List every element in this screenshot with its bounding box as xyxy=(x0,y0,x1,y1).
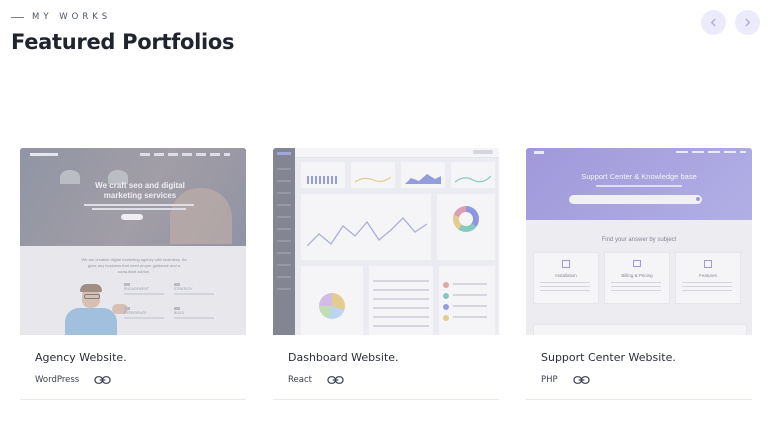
prev-button[interactable] xyxy=(701,10,726,35)
chevron-left-icon xyxy=(711,18,716,27)
card-divider xyxy=(526,399,752,400)
card-meta: PHP xyxy=(541,375,590,385)
card-title[interactable]: Agency Website. xyxy=(35,351,127,364)
next-button[interactable] xyxy=(735,10,760,35)
portfolio-card-agency[interactable]: We craft seo and digital marketing servi… xyxy=(20,148,246,400)
portfolio-thumbnail[interactable]: Support Center & Knowledge base Find you… xyxy=(526,148,752,335)
card-title[interactable]: Support Center Website. xyxy=(541,351,676,364)
link-icon[interactable] xyxy=(94,375,111,385)
card-title[interactable]: Dashboard Website. xyxy=(288,351,399,364)
card-meta: React xyxy=(288,375,344,385)
eyebrow-dash xyxy=(11,16,24,18)
section-title: Featured Portfolios xyxy=(11,30,235,54)
section-eyebrow: MY WORKS xyxy=(11,12,111,22)
tech-label: WordPress xyxy=(35,375,80,385)
portfolio-card-dashboard[interactable]: Dashboard Website. React xyxy=(273,148,499,400)
portfolio-thumbnail[interactable]: We craft seo and digital marketing servi… xyxy=(20,148,246,335)
card-meta: WordPress xyxy=(35,375,111,385)
chevron-right-icon xyxy=(745,18,750,27)
portfolio-card-support[interactable]: Support Center & Knowledge base Find you… xyxy=(526,148,752,400)
link-icon[interactable] xyxy=(572,375,590,385)
portfolio-thumbnail[interactable] xyxy=(273,148,499,335)
tech-label: React xyxy=(288,375,312,385)
card-divider xyxy=(273,399,499,400)
card-divider xyxy=(20,399,246,400)
link-icon[interactable] xyxy=(327,375,344,385)
tech-label: PHP xyxy=(541,375,558,385)
eyebrow-text: MY WORKS xyxy=(32,12,112,22)
